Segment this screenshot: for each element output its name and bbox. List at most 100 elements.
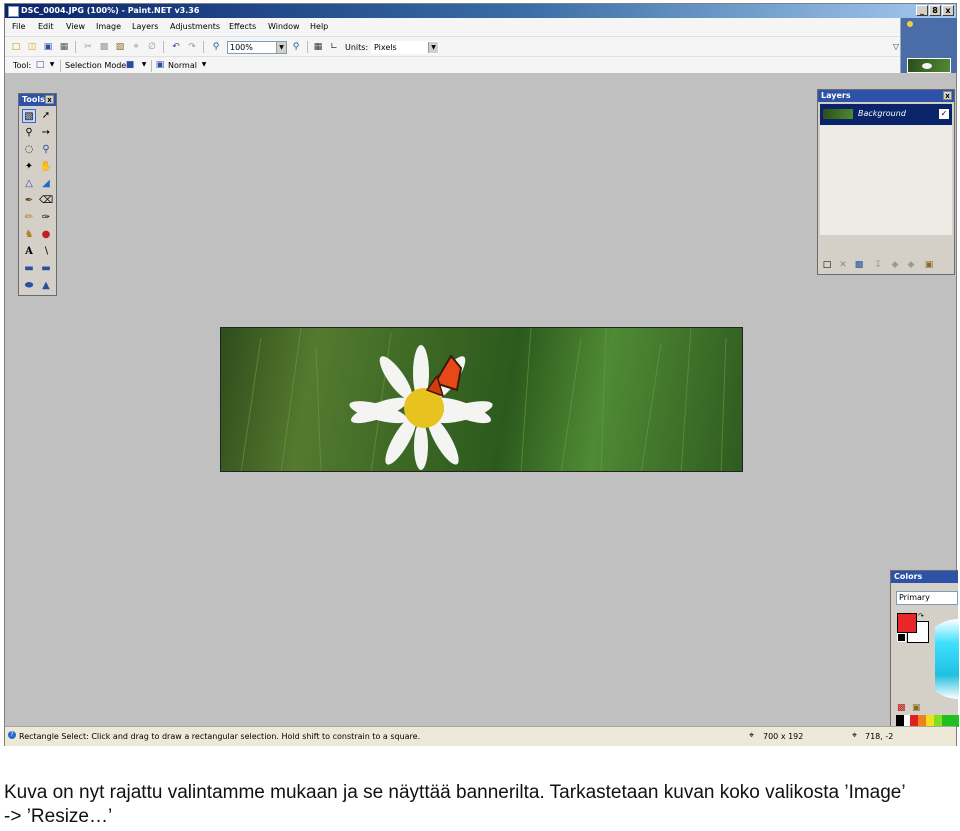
caption-line-1: Kuva on nyt rajattu valintamme mukaan ja… bbox=[4, 782, 906, 803]
duplicate-layer-icon[interactable]: ▩ bbox=[854, 260, 864, 270]
menu-edit[interactable]: Edit bbox=[38, 22, 54, 31]
close-icon[interactable]: x bbox=[45, 95, 54, 104]
chevron-down-icon[interactable]: ▼ bbox=[47, 60, 57, 70]
colors-panel-title: Colors bbox=[891, 571, 958, 583]
text-tool-icon[interactable]: A bbox=[22, 245, 36, 259]
colors-panel: Colors Primary ↷ ▩ ▣ bbox=[890, 570, 959, 727]
status-bar: ? Rectangle Select: Click and drag to dr… bbox=[5, 726, 956, 746]
open-icon[interactable]: ◫ bbox=[27, 42, 37, 52]
chevron-down-icon[interactable]: ▼ bbox=[139, 60, 149, 70]
main-toolbar: □ ◫ ▣ ▦ ✂ ▩ ▨ ⌖ ∅ ↶ ↷ ⚲ 100% ▼ ⚲ ▦ ∟ Uni… bbox=[5, 36, 900, 57]
image-size-icon: ⌖ bbox=[749, 731, 755, 741]
blend-mode-value[interactable]: Normal bbox=[168, 61, 197, 70]
reset-colors-icon[interactable] bbox=[897, 633, 906, 642]
color-picker-tool-icon[interactable]: ✑ bbox=[39, 211, 53, 225]
layer-properties-icon[interactable]: ▣ bbox=[924, 260, 934, 270]
selection-mode-label: Selection Mode: bbox=[65, 61, 129, 70]
tool-options-bar: Tool: □ ▼ Selection Mode: ■ ▼ ▣ Normal ▼ bbox=[5, 56, 900, 74]
rectangle-select-tool-icon[interactable]: ▧ bbox=[22, 109, 36, 123]
add-layer-icon[interactable]: □ bbox=[822, 260, 832, 270]
paint-bucket-tool-icon[interactable]: △ bbox=[22, 177, 36, 191]
gradient-tool-icon[interactable]: ◢ bbox=[39, 177, 53, 191]
ruler-icon[interactable]: ∟ bbox=[329, 42, 339, 52]
sun-icon bbox=[907, 21, 913, 27]
toolbar-separator bbox=[203, 41, 204, 53]
selection-mode-icon[interactable]: ■ bbox=[125, 60, 135, 70]
cursor-position-icon: ⌖ bbox=[852, 731, 858, 741]
zoom-in-icon[interactable]: ⚲ bbox=[291, 42, 301, 52]
eraser-tool-icon[interactable]: ⌫ bbox=[39, 194, 53, 208]
layer-visible-checkbox[interactable]: ✓ bbox=[939, 109, 949, 119]
zoom-value: 100% bbox=[230, 43, 253, 52]
palette-menu-icon[interactable]: ▣ bbox=[912, 703, 921, 713]
restore-button[interactable]: 8 bbox=[929, 5, 941, 16]
ellipse-select-tool-icon[interactable]: ◌ bbox=[22, 143, 36, 157]
menu-bar: File Edit View Image Layers Adjustments … bbox=[5, 18, 900, 36]
status-hint: Rectangle Select: Click and drag to draw… bbox=[19, 732, 421, 741]
palette-icon[interactable]: ▩ bbox=[897, 703, 906, 713]
menu-layers[interactable]: Layers bbox=[132, 22, 158, 31]
recolor-tool-icon[interactable]: ● bbox=[39, 228, 53, 242]
paintbrush-tool-icon[interactable]: ✒ bbox=[22, 194, 36, 208]
color-mode-select[interactable]: Primary bbox=[896, 591, 958, 605]
merge-layer-down-icon[interactable]: ↧ bbox=[873, 260, 883, 270]
paste-icon[interactable]: ▨ bbox=[115, 42, 125, 52]
line-curve-tool-icon[interactable]: ∖ bbox=[39, 245, 53, 259]
close-button[interactable]: x bbox=[942, 5, 954, 16]
rounded-rectangle-tool-icon[interactable]: ▬ bbox=[39, 262, 53, 276]
menu-image[interactable]: Image bbox=[96, 22, 121, 31]
move-selection-tool-icon[interactable]: ➚ bbox=[39, 109, 53, 123]
chevron-down-icon[interactable]: ▼ bbox=[276, 42, 286, 53]
chevron-down-icon[interactable]: ▼ bbox=[199, 60, 209, 70]
move-layer-up-icon[interactable]: ◆ bbox=[890, 260, 900, 270]
cursor-position: 718, -2 bbox=[865, 732, 894, 741]
magic-wand-tool-icon[interactable]: ✦ bbox=[22, 160, 36, 174]
color-wheel[interactable] bbox=[935, 619, 959, 699]
swap-colors-icon[interactable]: ↷ bbox=[918, 612, 924, 620]
move-layer-down-icon[interactable]: ◆ bbox=[906, 260, 916, 270]
layer-thumbnail bbox=[823, 109, 853, 119]
flower-mark bbox=[922, 63, 932, 69]
pan-tool-icon[interactable]: ✋ bbox=[39, 160, 53, 174]
rectangle-tool-icon[interactable]: ▬ bbox=[22, 262, 36, 276]
cut-icon[interactable]: ✂ bbox=[83, 42, 93, 52]
image-thumbnail[interactable] bbox=[907, 58, 951, 73]
canvas-image[interactable] bbox=[220, 327, 743, 472]
blend-mode-icon[interactable]: ▣ bbox=[155, 60, 165, 70]
freeform-shape-tool-icon[interactable]: ▲ bbox=[39, 279, 53, 293]
menu-file[interactable]: File bbox=[12, 22, 25, 31]
layers-panel-title-text: Layers bbox=[821, 91, 851, 100]
lasso-tool-icon[interactable]: ⚲ bbox=[22, 126, 36, 140]
menu-view[interactable]: View bbox=[66, 22, 85, 31]
zoom-out-icon[interactable]: ⚲ bbox=[211, 42, 221, 52]
copy-icon[interactable]: ▩ bbox=[99, 42, 109, 52]
minimize-button[interactable]: _ bbox=[916, 5, 928, 16]
app-icon bbox=[8, 6, 19, 17]
clone-stamp-tool-icon[interactable]: ♞ bbox=[22, 228, 36, 242]
move-pixels-tool-icon[interactable]: ➙ bbox=[39, 126, 53, 140]
layer-row-background[interactable]: Background ✓ bbox=[820, 104, 952, 125]
deselect-icon[interactable]: ∅ bbox=[147, 42, 157, 52]
close-icon[interactable]: x bbox=[943, 91, 952, 100]
units-combo[interactable]: Pixels ▼ bbox=[371, 41, 439, 54]
redo-icon[interactable]: ↷ bbox=[187, 42, 197, 52]
ellipse-tool-icon[interactable]: ⬬ bbox=[22, 279, 36, 293]
primary-color-swatch[interactable] bbox=[897, 613, 917, 633]
menu-window[interactable]: Window bbox=[268, 22, 300, 31]
menu-adjustments[interactable]: Adjustments bbox=[170, 22, 220, 31]
zoom-combo[interactable]: 100% ▼ bbox=[227, 41, 287, 54]
chevron-down-icon[interactable]: ▼ bbox=[428, 42, 438, 53]
menu-help[interactable]: Help bbox=[310, 22, 328, 31]
menu-effects[interactable]: Effects bbox=[229, 22, 256, 31]
print-icon[interactable]: ▦ bbox=[59, 42, 69, 52]
new-icon[interactable]: □ bbox=[11, 42, 21, 52]
help-icon: ? bbox=[8, 731, 16, 739]
pencil-tool-icon[interactable]: ✏ bbox=[22, 211, 36, 225]
rectangle-select-icon[interactable]: □ bbox=[35, 60, 45, 70]
delete-layer-icon[interactable]: ✕ bbox=[838, 260, 848, 270]
crop-icon[interactable]: ⌖ bbox=[131, 42, 141, 52]
grid-icon[interactable]: ▦ bbox=[313, 42, 323, 52]
zoom-tool-icon[interactable]: ⚲ bbox=[39, 143, 53, 157]
save-icon[interactable]: ▣ bbox=[43, 42, 53, 52]
undo-icon[interactable]: ↶ bbox=[171, 42, 181, 52]
